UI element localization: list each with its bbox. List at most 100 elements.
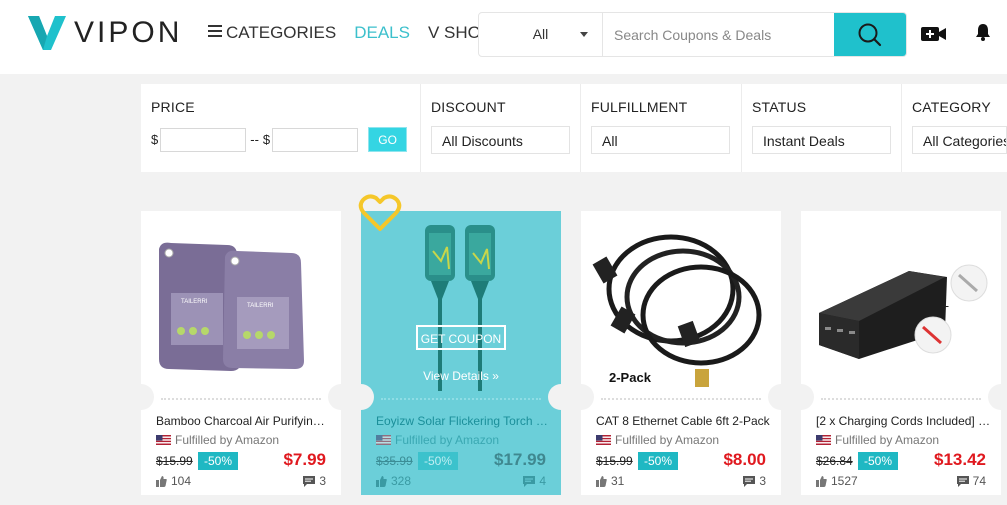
likes-count: 31 [596,474,624,488]
fulfilled-by: Fulfilled by Amazon [376,433,499,447]
fulfilled-by: Fulfilled by Amazon [596,433,719,447]
get-coupon-button[interactable]: GET COUPON [416,325,506,350]
search-icon [858,23,882,46]
nav-categories-label: CATEGORIES [226,23,337,42]
price-filter: PRICE $ -- $ GO [141,84,421,172]
currency-symbol-max: $ [262,132,271,147]
category-filter: CATEGORY All Categories [902,84,1007,172]
thumbs-up-icon [156,475,167,487]
original-price: $15.99 [596,454,633,468]
charcoal-bags-image: TAILERRI TAILERRI [141,211,341,391]
card-divider [161,398,321,400]
discount-select[interactable]: All Discounts [431,126,570,154]
product-card[interactable]: GET COUPON View Details » Eoyizw Solar F… [348,211,574,495]
search-category-value: All [532,26,549,42]
deal-price: $8.00 [723,450,766,469]
original-price: $15.99 [156,454,193,468]
comments-value: 3 [759,474,766,488]
product-title[interactable]: Eoyizw Solar Flickering Torch Lights [376,414,551,428]
product-title[interactable]: Bamboo Charcoal Air Purifying Bags [156,414,331,428]
power-bank-image: + [801,211,1001,391]
video-add-icon[interactable] [921,27,946,41]
view-details-link[interactable]: View Details » [361,369,561,383]
card-notch-right [988,384,1007,410]
comment-icon [956,475,969,487]
us-flag-icon [156,435,171,445]
likes-count: 328 [376,474,411,488]
deal-price: $17.99 [494,450,546,469]
currency-symbol-min: $ [151,132,159,147]
category-label: CATEGORY [912,99,991,115]
svg-text:TAILERRI: TAILERRI [181,299,208,305]
likes-value: 328 [391,474,412,488]
solar-torch-image [361,211,561,391]
logo-text: VIPON [74,16,183,49]
fulfilled-text: Fulfilled by Amazon [395,433,500,447]
fulfillment-select[interactable]: All [591,126,730,154]
view-details-label: View Details [423,369,489,383]
nav-categories[interactable]: CATEGORIES [208,22,336,44]
vipon-logo[interactable]: VIPON [28,16,182,50]
us-flag-icon [596,435,611,445]
thumbs-up-icon [376,475,387,487]
main-nav: CATEGORIES DEALS V SHOW [208,22,515,44]
fulfillment-filter: FULFILLMENT All [581,84,742,172]
deal-price: $13.42 [934,450,986,469]
price-max-input[interactable] [272,127,359,152]
search-button[interactable] [834,13,906,56]
discount-badge: -50% [198,452,239,470]
likes-value: 1527 [831,474,858,488]
vipon-logo-icon [28,16,66,50]
filter-bar: PRICE $ -- $ GO DISCOUNT All Discounts F… [141,84,1007,172]
price-min-input[interactable] [160,127,247,152]
discount-badge: -50% [638,452,679,470]
card-notch-left [348,384,374,410]
comments-count: 74 [956,474,986,488]
search-category-select[interactable]: All [479,13,603,56]
likes-count: 104 [156,474,191,488]
search-input[interactable] [603,13,834,56]
search-bar: All [478,12,907,57]
favorite-heart-icon[interactable] [358,193,402,233]
product-card[interactable]: 2-Pack CAT 8 Ethernet Cable 6ft 2-Pack F… [568,211,794,495]
comment-icon [743,475,756,487]
category-select[interactable]: All Categories [912,126,1007,154]
likes-value: 31 [611,474,625,488]
fulfilled-text: Fulfilled by Amazon [175,433,280,447]
comment-icon [523,475,536,487]
price-label: PRICE [151,99,195,115]
discount-filter: DISCOUNT All Discounts [421,84,581,172]
comments-count: 3 [303,474,326,488]
us-flag-icon [816,435,831,445]
status-select[interactable]: Instant Deals [752,126,891,154]
status-label: STATUS [752,99,807,115]
comments-value: 4 [539,474,546,488]
bell-icon[interactable] [975,23,991,41]
comments-value: 74 [972,474,986,488]
product-image[interactable]: GET COUPON View Details » [361,211,561,391]
thumbs-up-icon [596,475,607,487]
product-image[interactable]: + [801,211,1001,391]
nav-deals[interactable]: DEALS [354,22,410,44]
product-image[interactable]: 2-Pack [581,211,781,391]
card-notch-left [568,384,594,410]
discount-badge: -50% [858,452,899,470]
fulfilled-text: Fulfilled by Amazon [835,433,940,447]
card-notch-left [128,384,154,410]
product-card[interactable]: TAILERRI TAILERRI Bamboo Charcoal Air Pu… [128,211,354,495]
double-chevron-right-icon: » [492,369,499,383]
likes-count: 1527 [816,474,858,488]
top-header: VIPON CATEGORIES DEALS V SHOW All [0,0,1007,74]
likes-value: 104 [171,474,192,488]
product-card[interactable]: + [2 x Charging Cords Included] Portable… [788,211,1007,495]
product-title[interactable]: [2 x Charging Cords Included] Portable C… [816,414,991,428]
price-range: $ -- $ GO [151,127,408,152]
svg-text:TAILERRI: TAILERRI [247,303,274,309]
product-image[interactable]: TAILERRI TAILERRI [141,211,341,391]
discount-label: DISCOUNT [431,99,506,115]
card-divider [381,398,541,400]
fulfilled-text: Fulfilled by Amazon [615,433,720,447]
comments-count: 3 [743,474,766,488]
price-go-button[interactable]: GO [368,127,408,152]
product-title[interactable]: CAT 8 Ethernet Cable 6ft 2-Pack [596,414,771,428]
